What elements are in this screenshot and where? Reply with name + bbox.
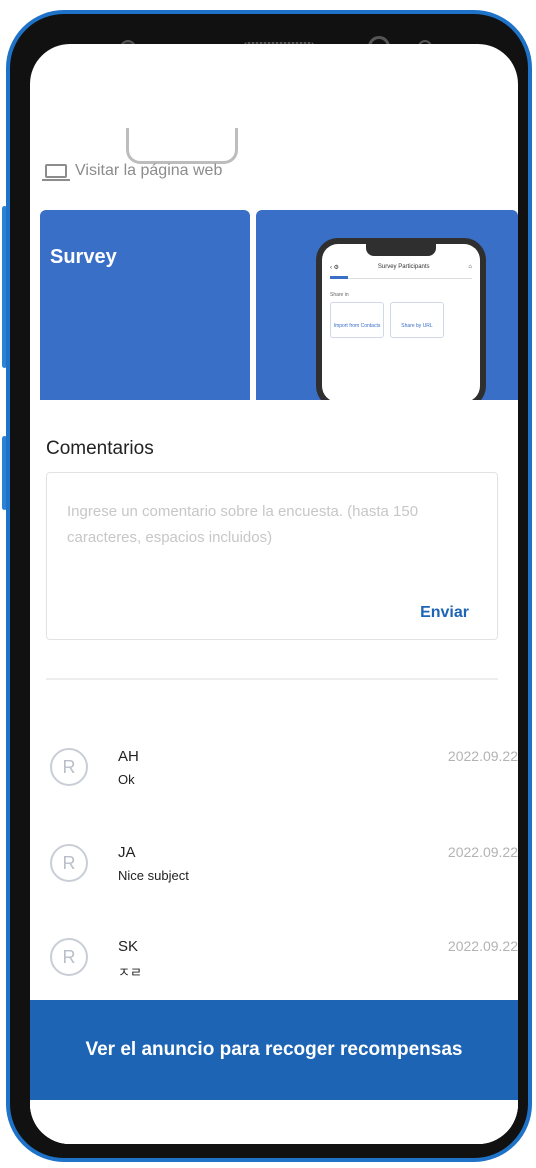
comment-text: Ok bbox=[118, 772, 135, 787]
send-button[interactable]: Enviar bbox=[414, 603, 475, 623]
survey-preview-phone: ‹ ⚙ Survey Participants ⌂ Share in Impor… bbox=[316, 238, 486, 408]
comment-author: JA bbox=[118, 844, 136, 861]
mini-import-box: Import from Contacts bbox=[330, 302, 384, 338]
comments-title: Comentarios bbox=[46, 438, 154, 459]
back-icon: ‹ ⚙ bbox=[330, 265, 340, 271]
comment-text: ㅈㄹ bbox=[118, 965, 142, 980]
survey-preview-card[interactable]: ‹ ⚙ Survey Participants ⌂ Share in Impor… bbox=[256, 210, 518, 408]
survey-card-title: Survey bbox=[50, 246, 117, 268]
comment-date: 2022.09.22 bbox=[447, 748, 518, 764]
visit-website-label: Visitar la página web bbox=[75, 162, 223, 179]
comment-placeholder: Ingrese un comentario sobre la encuesta.… bbox=[67, 503, 419, 546]
mini-notch bbox=[366, 244, 436, 256]
mini-header: ‹ ⚙ Survey Participants ⌂ bbox=[330, 264, 472, 271]
comment-input[interactable]: Ingrese un comentario sobre la encuesta.… bbox=[46, 472, 498, 640]
survey-preview-screen: ‹ ⚙ Survey Participants ⌂ Share in Impor… bbox=[322, 244, 480, 402]
comment-text: Nice subject bbox=[118, 868, 189, 883]
avatar-icon: R bbox=[50, 748, 88, 786]
comment-author: SK bbox=[118, 938, 139, 955]
divider bbox=[46, 678, 498, 680]
comment-date: 2022.09.22 bbox=[447, 938, 518, 954]
phone-frame: Visitar la página web Survey ‹ ⚙ Survey … bbox=[6, 10, 532, 1162]
laptop-icon bbox=[42, 164, 70, 181]
screen: Visitar la página web Survey ‹ ⚙ Survey … bbox=[30, 44, 518, 1144]
survey-card[interactable]: Survey bbox=[40, 210, 250, 400]
watch-ad-reward-button[interactable]: Ver el anuncio para recoger recompensas bbox=[30, 1000, 518, 1100]
comment-item: R AH Ok 2022.09.22 bbox=[50, 748, 518, 808]
image-placeholder bbox=[126, 128, 238, 164]
avatar-icon: R bbox=[50, 844, 88, 882]
comment-author: AH bbox=[118, 748, 139, 765]
comment-item: R SK ㅈㄹ 2022.09.22 bbox=[50, 938, 518, 998]
mini-title: Survey Participants bbox=[377, 264, 430, 270]
mini-url-box: Share by URL bbox=[390, 302, 444, 338]
mini-divider bbox=[330, 278, 472, 279]
mini-tab-indicator bbox=[330, 276, 348, 279]
visit-website-link[interactable]: Visitar la página web bbox=[42, 162, 223, 181]
avatar-icon: R bbox=[50, 938, 88, 976]
home-icon: ⌂ bbox=[468, 264, 472, 270]
comment-item: R JA Nice subject 2022.09.22 bbox=[50, 844, 518, 904]
comment-date: 2022.09.22 bbox=[447, 844, 518, 860]
mini-share-label: Share in bbox=[330, 292, 349, 298]
bottom-strip bbox=[30, 1100, 518, 1144]
